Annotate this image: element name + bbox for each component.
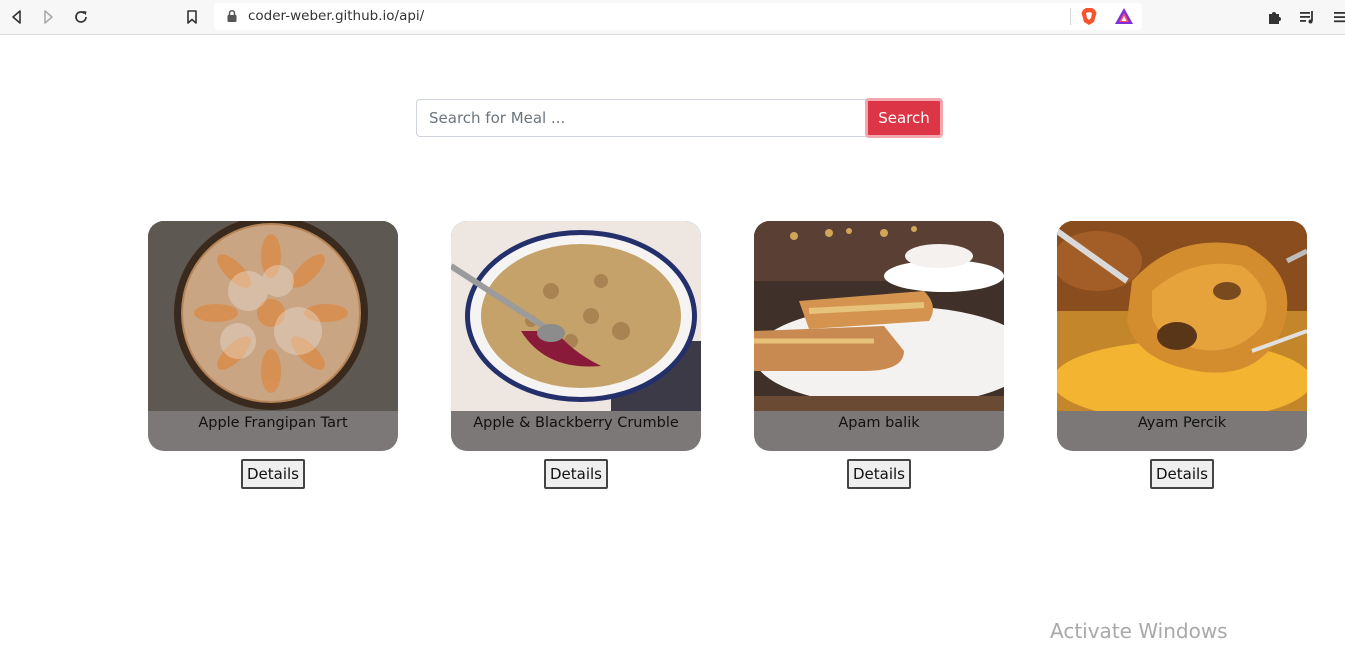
- meal-search-form: Search: [416, 98, 943, 138]
- meal-card[interactable]: Apple Frangipan Tart: [148, 221, 398, 451]
- browser-toolbar: coder-weber.github.io/api/: [0, 0, 1345, 35]
- search-button[interactable]: Search: [865, 98, 943, 138]
- bookmark-icon[interactable]: [181, 6, 203, 28]
- meal-title: Apam balik: [838, 415, 920, 431]
- meal-search-input[interactable]: [416, 99, 868, 137]
- meal-image[interactable]: [754, 221, 1004, 411]
- windows-activation-watermark: Activate Windows: [1050, 619, 1228, 643]
- back-arrow-icon[interactable]: [6, 6, 28, 28]
- url-text[interactable]: coder-weber.github.io/api/: [248, 8, 424, 24]
- details-button[interactable]: Details: [241, 459, 305, 489]
- lock-icon[interactable]: [225, 9, 239, 23]
- reload-icon[interactable]: [70, 6, 92, 28]
- meal-image[interactable]: [148, 221, 398, 411]
- details-button[interactable]: Details: [847, 459, 911, 489]
- brave-shield-icon[interactable]: [1080, 7, 1098, 26]
- details-button[interactable]: Details: [544, 459, 608, 489]
- forward-arrow-icon[interactable]: [37, 6, 59, 28]
- meal-card[interactable]: Ayam Percik: [1057, 221, 1307, 451]
- meal-image[interactable]: [451, 221, 701, 411]
- address-divider: [1070, 8, 1071, 25]
- meal-card[interactable]: Apple & Blackberry Crumble: [451, 221, 701, 451]
- puzzle-icon[interactable]: [1266, 8, 1284, 26]
- playlist-icon[interactable]: [1298, 8, 1316, 26]
- meal-image[interactable]: [1057, 221, 1307, 411]
- details-button[interactable]: Details: [1150, 459, 1214, 489]
- meal-title: Ayam Percik: [1137, 415, 1227, 431]
- brave-rewards-icon[interactable]: [1114, 7, 1134, 25]
- meal-title: Apple Frangipan Tart: [198, 415, 348, 431]
- meal-card[interactable]: Apam balik: [754, 221, 1004, 451]
- address-bar[interactable]: coder-weber.github.io/api/: [214, 3, 1142, 30]
- menu-icon[interactable]: [1332, 8, 1345, 26]
- meal-title: Apple & Blackberry Crumble: [473, 415, 679, 431]
